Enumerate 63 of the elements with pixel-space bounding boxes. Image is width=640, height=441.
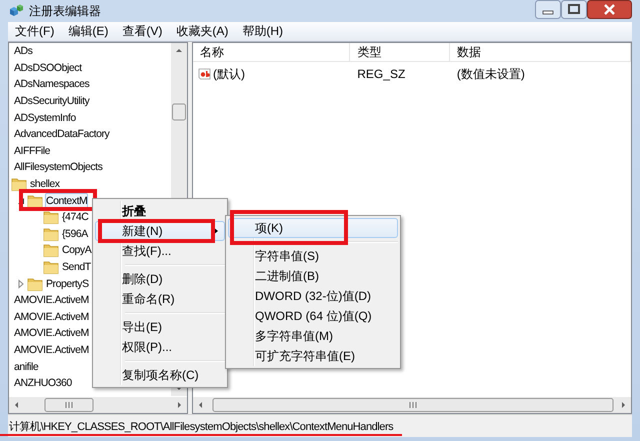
tree-item[interactable]: PropertyS: [45, 276, 90, 292]
tree-item[interactable]: SendT: [61, 259, 92, 276]
table-cell: (数值未设置): [456, 66, 525, 82]
tree-item[interactable]: AMOVIE.ActiveM: [13, 325, 90, 342]
menu-bar-item[interactable]: 文件(F): [8, 23, 62, 40]
horizontal-scrollbar[interactable]: [9, 397, 187, 413]
string-value-icon: [198, 67, 212, 81]
menu-bar-item[interactable]: 收藏夹(A): [169, 23, 236, 40]
menu-bar-item[interactable]: 帮助(H): [235, 23, 290, 40]
tree-item[interactable]: AdvancedDataFactory: [13, 126, 110, 142]
menu-item[interactable]: 二进制值(B): [228, 266, 398, 286]
column-header[interactable]: 数据: [450, 43, 631, 61]
menu-item[interactable]: QWORD (64 位)值(Q): [228, 306, 398, 326]
menu-item[interactable]: 权限(P)...: [95, 337, 225, 357]
folder-icon: [43, 226, 59, 241]
folder-icon: [27, 194, 43, 208]
app-icon: [8, 3, 24, 19]
menu-item[interactable]: 项(K): [228, 218, 398, 238]
folder-icon: [27, 276, 43, 291]
expand-arrow-icon[interactable]: [16, 278, 26, 289]
tree-item[interactable]: anifile: [13, 358, 40, 375]
menu-item[interactable]: 多字符串值(M): [228, 326, 398, 346]
column-header[interactable]: 类型: [350, 43, 450, 61]
tree-item[interactable]: AMOVIE.ActiveM: [13, 342, 90, 358]
table-cell: (默认): [213, 66, 245, 82]
minimize-button[interactable]: [535, 0, 561, 19]
tree-item[interactable]: AMOVIE.ActiveM: [13, 292, 90, 308]
window-title: 注册表编辑器: [29, 2, 101, 20]
menu-item[interactable]: 删除(D): [95, 269, 225, 289]
tree-item[interactable]: shellex: [29, 176, 61, 192]
maximize-button[interactable]: [561, 0, 587, 19]
tree-item[interactable]: {596A: [61, 226, 89, 242]
close-button[interactable]: [587, 0, 632, 19]
folder-icon: [43, 243, 59, 258]
tree-item[interactable]: ADsDSOObject: [13, 60, 83, 76]
horizontal-scrollbar[interactable]: [193, 397, 631, 413]
tree-item[interactable]: AIFFFile: [13, 142, 52, 159]
column-header[interactable]: 名称: [193, 43, 350, 61]
menu-item[interactable]: DWORD (32-位)值(D): [228, 286, 398, 306]
menu-bar-item[interactable]: 编辑(E): [61, 23, 116, 40]
menu-item[interactable]: 折叠: [95, 201, 225, 221]
menu-item[interactable]: 可扩充字符串值(E): [228, 346, 398, 366]
menu-item[interactable]: 重命名(R): [95, 289, 225, 309]
tree-item[interactable]: ADsSecurityUtility: [13, 93, 90, 110]
tree-item[interactable]: ANZHUO360: [13, 375, 73, 392]
status-path: 计算机\HKEY_CLASSES_ROOT\AllFilesystemObjects\shellex\ContextMenuHandlers: [8, 420, 394, 434]
folder-icon: [11, 177, 27, 192]
tree-item[interactable]: CopyA: [61, 242, 92, 258]
tree-item[interactable]: ADsNamespaces: [13, 76, 90, 92]
menu-item[interactable]: 字符串值(S): [228, 246, 398, 266]
menu-item[interactable]: 查找(F)...: [95, 241, 225, 261]
tree-item[interactable]: ADs: [13, 43, 34, 60]
folder-icon: [43, 210, 59, 224]
tree-item[interactable]: ADSystemInfo: [13, 110, 77, 126]
menu-item[interactable]: 复制项名称(C): [95, 365, 225, 385]
tree-item[interactable]: AMOVIE.ActiveM: [13, 308, 90, 325]
table-cell: REG_SZ: [357, 67, 406, 81]
folder-icon: [43, 260, 59, 274]
menu-bar-item[interactable]: 查看(V): [115, 23, 170, 40]
collapse-arrow-icon[interactable]: [16, 196, 26, 206]
tree-item[interactable]: AllFilesystemObjects: [13, 159, 104, 176]
menu-item[interactable]: 导出(E): [95, 317, 225, 337]
tree-item[interactable]: {474C: [61, 209, 90, 226]
